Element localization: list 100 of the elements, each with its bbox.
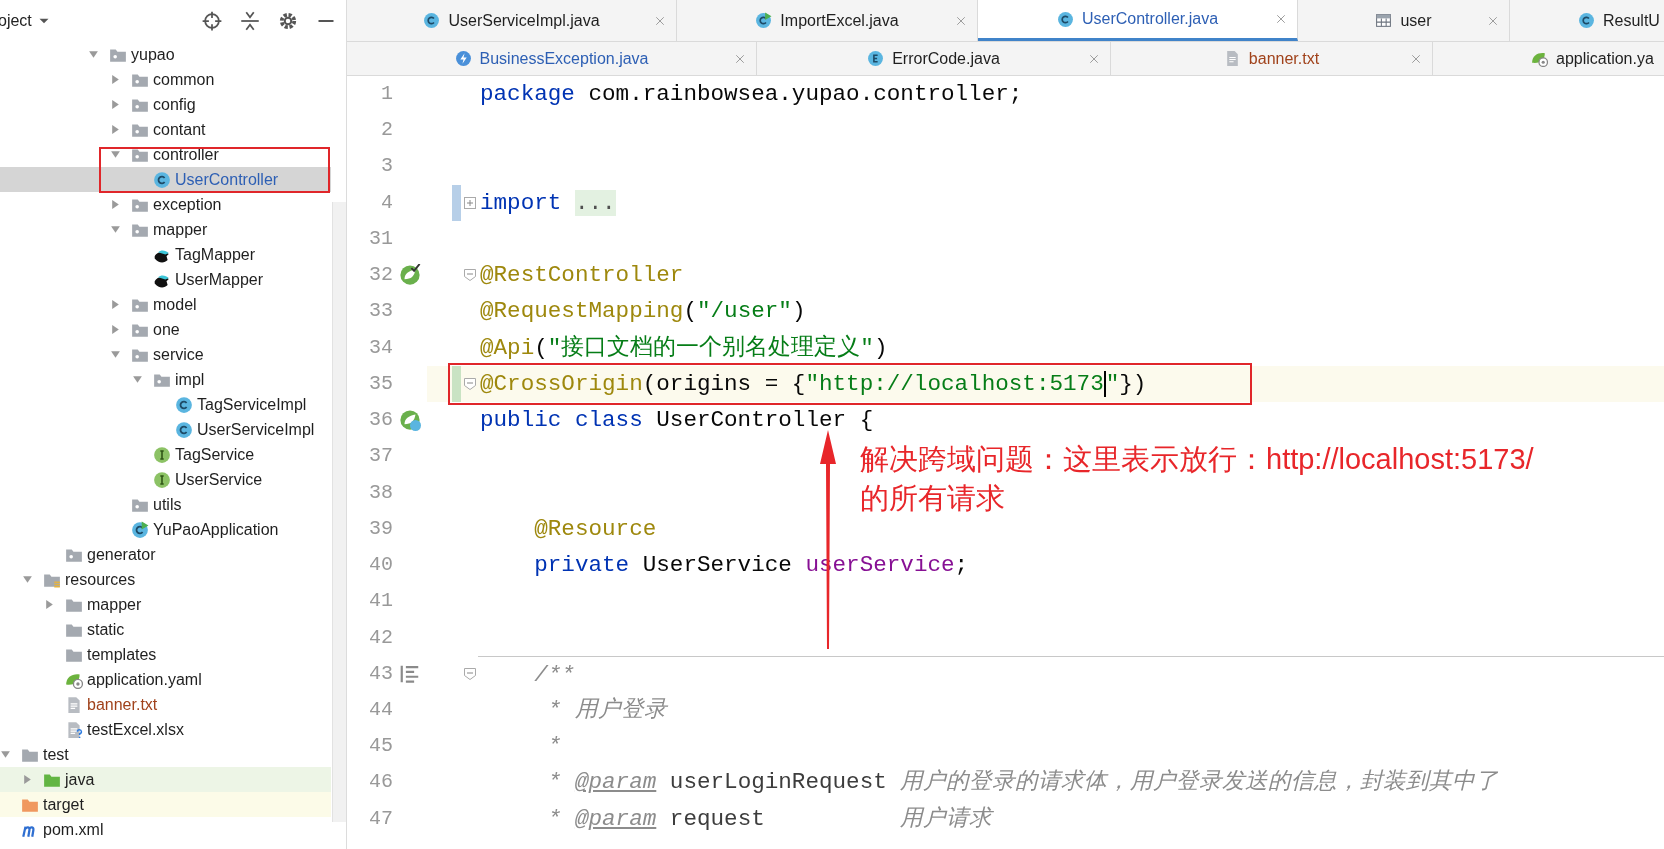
fold-icon[interactable] — [463, 376, 477, 391]
editor-tab[interactable]: UserServiceImpl.java — [347, 0, 677, 41]
editor-tab[interactable]: user — [1298, 0, 1510, 41]
tree-item[interactable]: UserController — [0, 167, 331, 192]
line-number: 46 — [368, 769, 393, 796]
code-line: @Resource — [533, 515, 657, 542]
tree-item[interactable]: pom.xml — [0, 817, 331, 842]
collapse-icon[interactable] — [240, 11, 260, 31]
tree-item[interactable]: service — [0, 342, 331, 367]
tree-item[interactable]: contant — [0, 117, 331, 142]
expanded-arrow-icon[interactable] — [88, 49, 99, 60]
code-line: @RequestMapping("/user") — [480, 298, 806, 325]
collapsed-arrow-icon[interactable] — [110, 199, 121, 210]
class-icon — [175, 420, 193, 439]
expanded-arrow-icon[interactable] — [110, 149, 121, 160]
close-icon[interactable] — [1275, 13, 1287, 25]
settings-icon[interactable] — [278, 11, 298, 31]
line-number: 35 — [368, 370, 393, 397]
collapsed-arrow-icon[interactable] — [110, 99, 121, 110]
tree-item[interactable]: utils — [0, 492, 331, 517]
close-icon[interactable] — [654, 14, 666, 27]
tree-item[interactable]: target — [0, 792, 331, 817]
class-icon — [423, 12, 441, 29]
editor-tab[interactable]: banner.txt — [1111, 42, 1433, 75]
expanded-arrow-icon[interactable] — [110, 224, 121, 235]
tree-item[interactable]: controller — [0, 142, 331, 167]
line-number: 1 — [380, 81, 393, 107]
interface-icon — [153, 470, 171, 489]
bean-icon[interactable] — [399, 264, 421, 287]
editor-tab[interactable]: application.ya — [1433, 42, 1664, 75]
tree-item[interactable]: mapper — [0, 217, 331, 242]
tree-item[interactable]: UserServiceImpl — [0, 417, 331, 442]
tree-item[interactable]: common — [0, 67, 331, 92]
code-line: @Api("接口文档的一个别名处理定义") — [480, 334, 888, 361]
fold-icon[interactable] — [463, 666, 477, 681]
tree-item[interactable]: TagMapper — [0, 242, 331, 267]
fold-icon[interactable] — [463, 268, 477, 283]
tree-item[interactable]: impl — [0, 367, 331, 392]
code-line: @CrossOrigin(origins = {"http://localhost:5173"}) — [480, 370, 1147, 397]
line-number: 33 — [368, 298, 393, 325]
tree-item[interactable]: model — [0, 292, 331, 317]
line-number: 34 — [368, 334, 393, 361]
expanded-arrow-icon[interactable] — [22, 574, 33, 585]
editor-tab[interactable]: ErrorCode.java — [757, 42, 1111, 75]
tree-item[interactable]: testExcel.xlsx — [0, 717, 331, 742]
collapsed-arrow-icon[interactable] — [110, 124, 121, 135]
change-marker[interactable] — [452, 365, 461, 403]
tree-item[interactable]: TagService — [0, 442, 331, 467]
tree-item[interactable]: java — [0, 767, 331, 792]
line-number: 40 — [368, 552, 393, 579]
tree-item[interactable]: config — [0, 92, 331, 117]
tree-item[interactable]: YuPaoApplication — [0, 517, 331, 542]
tree-item[interactable]: exception — [0, 192, 331, 217]
line-number: 4 — [380, 189, 393, 216]
tree-item[interactable]: TagServiceImpl — [0, 392, 331, 417]
spring-class-icon[interactable] — [399, 409, 421, 432]
editor-tab[interactable]: UserController.java — [978, 0, 1298, 41]
collapsed-arrow-icon[interactable] — [44, 599, 55, 610]
fold-expand-icon[interactable] — [463, 195, 477, 210]
tree-item[interactable]: yupao — [0, 42, 331, 67]
line-number: 41 — [368, 588, 393, 615]
expanded-arrow-icon[interactable] — [110, 349, 121, 360]
line-number: 3 — [380, 153, 393, 180]
tree-item[interactable]: test — [0, 742, 331, 767]
tree-item[interactable]: UserMapper — [0, 267, 331, 292]
editor-tab[interactable]: ResultU — [1510, 0, 1664, 41]
line-number: 42 — [368, 624, 393, 651]
change-marker[interactable] — [452, 184, 461, 221]
tree-item[interactable]: UserService — [0, 467, 331, 492]
close-icon[interactable] — [1487, 14, 1499, 27]
crosshair-icon[interactable] — [202, 11, 222, 31]
line-number: 31 — [368, 225, 393, 252]
close-icon[interactable] — [734, 52, 746, 65]
code-line: package com.rainbowsea.yupao.controller; — [480, 81, 1023, 107]
tree-item[interactable]: templates — [0, 642, 331, 667]
tree-item[interactable]: mapper — [0, 592, 331, 617]
tree-item[interactable]: static — [0, 617, 331, 642]
close-icon[interactable] — [1410, 52, 1422, 65]
expanded-arrow-icon[interactable] — [132, 374, 143, 385]
leaf-gear-icon — [1531, 50, 1548, 67]
line-number: 47 — [368, 805, 393, 832]
close-icon[interactable] — [1088, 52, 1100, 65]
collapsed-arrow-icon[interactable] — [22, 774, 33, 785]
class-run-icon — [755, 12, 773, 29]
line-number: 43 — [368, 660, 393, 687]
line-number: 36 — [368, 407, 393, 434]
tree-item[interactable]: generator — [0, 542, 331, 567]
close-icon[interactable] — [955, 14, 967, 27]
tree-item[interactable]: one — [0, 317, 331, 342]
editor-tab[interactable]: BusinessException.java — [347, 42, 757, 75]
scrollbar[interactable] — [332, 202, 346, 822]
tree-item[interactable]: application.yaml — [0, 667, 331, 692]
tree-item[interactable]: banner.txt — [0, 692, 331, 717]
line-number: 38 — [368, 479, 393, 506]
collapsed-arrow-icon[interactable] — [110, 324, 121, 335]
collapsed-arrow-icon[interactable] — [110, 74, 121, 85]
expanded-arrow-icon[interactable] — [0, 749, 11, 760]
tree-item[interactable]: resources — [0, 567, 331, 592]
class-icon — [175, 395, 193, 414]
collapsed-arrow-icon[interactable] — [110, 299, 121, 310]
